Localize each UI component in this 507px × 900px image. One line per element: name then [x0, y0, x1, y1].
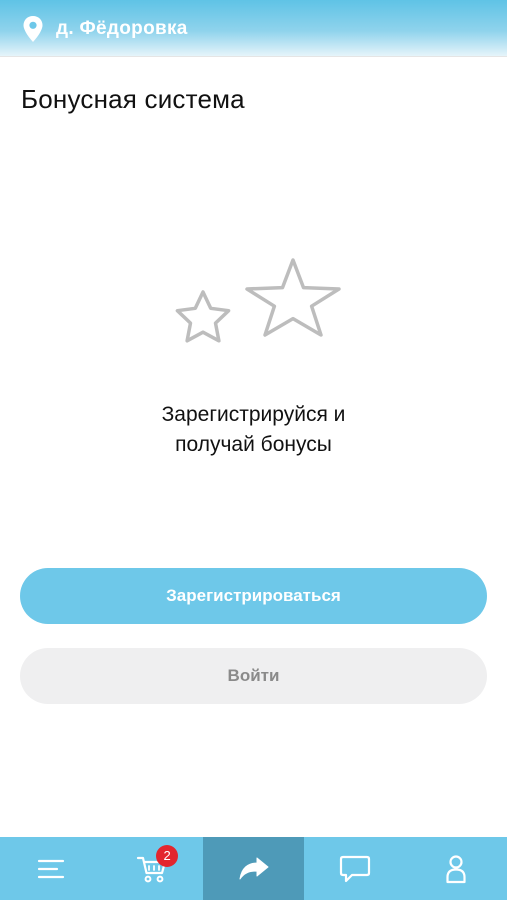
cart-icon-wrap: 2 [134, 844, 179, 887]
location-selector[interactable]: д. Фёдоровка [22, 14, 188, 44]
location-label: д. Фёдоровка [56, 18, 188, 39]
login-button[interactable]: Войти [20, 648, 487, 704]
promo-text: Зарегистрируйся и получай бонусы [0, 400, 507, 460]
map-pin-icon [23, 16, 43, 42]
page-title: Бонусная система [21, 84, 245, 114]
promo-line-1: Зарегистрируйся и [161, 403, 346, 426]
nav-share[interactable] [202, 837, 305, 900]
cart-count-badge: 2 [156, 844, 179, 867]
nav-chat[interactable] [304, 837, 405, 900]
menu-icon [37, 859, 64, 878]
nav-profile[interactable] [406, 837, 507, 900]
register-button[interactable]: Зарегистрироваться [20, 568, 487, 624]
stars-icon [175, 258, 341, 343]
promo-line-2: получай бонусы [175, 433, 332, 456]
user-icon [446, 854, 466, 883]
nav-menu[interactable] [0, 837, 101, 900]
header: д. Фёдоровка [0, 0, 507, 57]
app-screen: д. Фёдоровка Бонусная система Зарегистри… [0, 0, 507, 900]
bottom-nav: 2 [0, 837, 507, 900]
chat-icon [339, 855, 371, 882]
nav-cart[interactable]: 2 [101, 837, 202, 900]
share-arrow-icon [239, 857, 269, 879]
